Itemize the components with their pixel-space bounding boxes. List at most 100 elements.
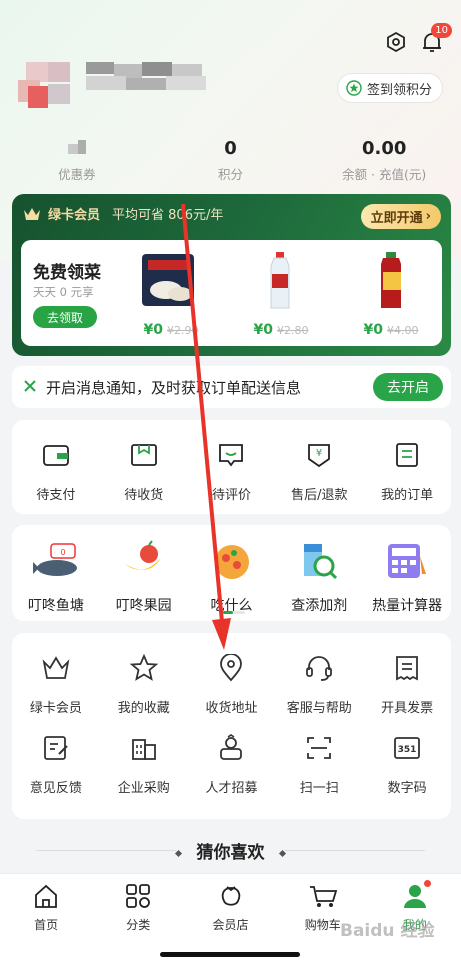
water-bottle-image: [246, 250, 316, 312]
product-item[interactable]: ¥0 ¥2.80: [236, 250, 326, 342]
orders-card: 待支付 待收货 待评价 ¥ 售后/退款 我的订单: [12, 420, 451, 514]
tab-label: 首页: [34, 918, 59, 932]
settings-icon[interactable]: [385, 31, 407, 53]
enterprise-icon: [129, 734, 159, 766]
service-label: 意见反馈: [29, 781, 82, 796]
signin-points-button[interactable]: 签到领积分: [336, 73, 443, 103]
tools-scroll-indicator: [223, 611, 245, 614]
stat-value: 0: [224, 138, 237, 159]
package-icon: [129, 441, 159, 473]
headset-icon: [304, 654, 334, 686]
cart-icon: [308, 886, 338, 913]
service-label: 我的收藏: [117, 701, 170, 716]
order-pending-review[interactable]: 待评价: [188, 440, 276, 503]
tool-label: 叮咚鱼塘: [27, 598, 84, 614]
what-to-eat-icon: [206, 538, 256, 588]
tool-fish-pond[interactable]: 0 叮咚鱼塘: [12, 537, 100, 615]
notification-badge: 10: [431, 23, 452, 38]
stat-label: 余额 · 充值(元): [342, 167, 427, 182]
order-list-icon: [392, 441, 422, 473]
stat-coupons[interactable]: 优惠券: [0, 138, 154, 183]
tab-home[interactable]: 首页: [0, 874, 92, 933]
order-label: 待收货: [124, 488, 164, 503]
service-recruit[interactable]: 人才招募: [188, 733, 276, 796]
order-label: 待评价: [211, 488, 251, 503]
service-label: 绿卡会员: [29, 701, 82, 716]
star-icon: [129, 653, 159, 686]
home-icon: [32, 884, 60, 913]
order-pending-receipt[interactable]: 待收货: [100, 440, 188, 503]
svg-text:351: 351: [398, 745, 417, 755]
chevron-right-icon: ›: [425, 209, 431, 224]
tool-calorie-calculator[interactable]: 热量计算器: [363, 537, 451, 615]
green-card-vip-banner[interactable]: 绿卡会员 平均可省 806元/年 立即开通 › 免费领菜 天天 0 元享 去领取…: [12, 194, 451, 356]
service-label: 扫一扫: [299, 781, 339, 796]
service-label: 企业采购: [117, 781, 170, 796]
tool-what-to-eat[interactable]: 吃什么: [188, 537, 276, 615]
product-original-price: ¥4.00: [386, 324, 419, 337]
stat-label: 积分: [218, 167, 244, 182]
order-pending-payment[interactable]: 待支付: [12, 440, 100, 503]
free-subtitle: 天天 0 元享: [33, 285, 94, 299]
additive-check-icon: [294, 538, 344, 588]
tool-orchard[interactable]: 叮咚果园: [100, 537, 188, 615]
wallet-icon: [41, 441, 71, 473]
guess-you-like-header: 猜你喜欢: [0, 838, 461, 863]
tab-label: 会员店: [212, 918, 249, 932]
service-scan[interactable]: 扫一扫: [275, 733, 363, 796]
stat-label: 优惠券: [58, 167, 96, 182]
digit-code-icon: 351: [392, 734, 422, 766]
dumplings-image: [136, 250, 206, 312]
notification-text: 开启消息通知，及时获取订单配送信息: [46, 379, 302, 397]
notification-bell-icon[interactable]: 10: [421, 23, 452, 54]
tool-label: 热量计算器: [372, 598, 443, 614]
stat-points[interactable]: 0 积分: [154, 138, 308, 183]
service-label: 数字码: [387, 781, 427, 796]
free-vegetables-card[interactable]: 免费领菜 天天 0 元享 去领取 ¥0 ¥2.90 ¥0 ¥2.80 ¥0 ¥4.00: [21, 240, 442, 346]
service-green-card[interactable]: 绿卡会员: [12, 653, 100, 716]
order-my-orders[interactable]: 我的订单: [363, 440, 451, 503]
orchard-icon: [119, 538, 169, 588]
order-label: 售后/退款: [291, 488, 348, 503]
vip-title: 绿卡会员: [48, 208, 101, 223]
crown-icon: [41, 654, 71, 686]
svg-text:¥: ¥: [316, 448, 322, 459]
order-after-sales[interactable]: ¥ 售后/退款: [275, 440, 363, 503]
tab-category[interactable]: 分类: [92, 874, 184, 933]
feedback-icon: [41, 734, 71, 766]
tool-label: 查添加剂: [291, 598, 348, 614]
tool-additive-check[interactable]: 查添加剂: [275, 537, 363, 615]
product-price: ¥0: [363, 322, 383, 338]
recruit-icon: [216, 734, 246, 766]
claim-button[interactable]: 去领取: [33, 306, 97, 328]
profile-icon: [401, 885, 429, 913]
tab-member-store[interactable]: 会员店: [184, 874, 276, 933]
signin-label: 签到领积分: [366, 82, 432, 98]
stat-value: 0.00: [361, 138, 407, 159]
product-item[interactable]: ¥0 ¥2.90: [126, 250, 216, 342]
herbal-tea-image: [356, 250, 426, 312]
service-digit-code[interactable]: 351 数字码: [363, 733, 451, 796]
service-address[interactable]: 收货地址: [188, 653, 276, 716]
tools-card: 0 叮咚鱼塘 叮咚果园 吃什么 查添加剂 热量计算器: [12, 525, 451, 621]
product-item[interactable]: ¥0 ¥4.00: [346, 250, 436, 342]
service-invoice[interactable]: 开具发票: [363, 653, 451, 716]
service-enterprise[interactable]: 企业采购: [100, 733, 188, 796]
watermark-logo: Baidu 经验: [340, 921, 435, 941]
service-label: 客服与帮助: [286, 701, 352, 716]
avatar[interactable]: [18, 62, 72, 108]
close-icon[interactable]: [22, 378, 38, 394]
service-customer-help[interactable]: 客服与帮助: [275, 653, 363, 716]
service-feedback[interactable]: 意见反馈: [12, 733, 100, 796]
enable-notification-button[interactable]: 去开启: [373, 373, 443, 401]
product-price: ¥0: [143, 322, 163, 338]
category-icon: [124, 884, 152, 913]
notification-prompt: 开启消息通知，及时获取订单配送信息 去开启: [12, 366, 451, 408]
service-favorites[interactable]: 我的收藏: [100, 653, 188, 716]
vip-open-button[interactable]: 立即开通 ›: [360, 204, 441, 229]
refund-icon: ¥: [304, 441, 334, 473]
top-actions: 10: [385, 23, 452, 54]
stat-balance[interactable]: 0.00 余额 · 充值(元): [307, 138, 461, 183]
member-store-icon: [217, 886, 245, 913]
order-label: 待支付: [36, 488, 76, 503]
